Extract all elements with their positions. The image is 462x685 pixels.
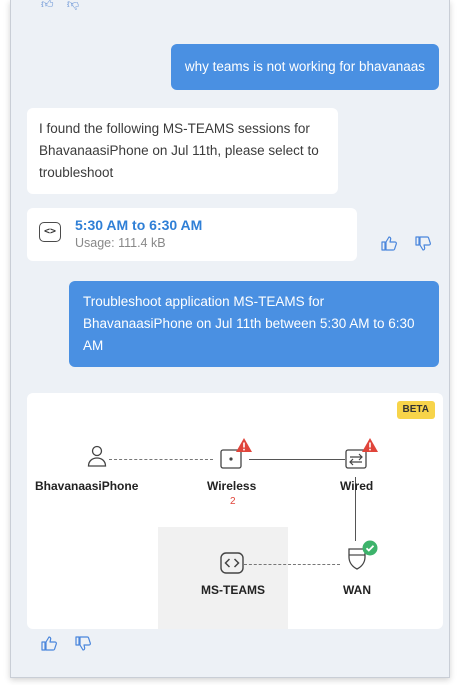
thumbs-up-icon[interactable] — [381, 236, 397, 254]
warning-icon — [362, 438, 378, 452]
client-wireless-link — [109, 459, 213, 460]
wan-label: WAN — [343, 583, 371, 597]
topology-diagram: BETA BhavanaasiPhone Wireless 2 Wired WA… — [27, 393, 443, 629]
thumbs-down-icon[interactable] — [75, 636, 91, 654]
app-label: MS-TEAMS — [201, 583, 265, 597]
chat-panel: 👍︎ 👎︎ why teams is not working for bhava… — [10, 0, 450, 678]
session-usage: Usage: 111.4 kB — [75, 236, 166, 250]
wired-label: Wired — [340, 479, 374, 493]
user-message: why teams is not working for bhavanaas — [170, 44, 439, 90]
beta-badge: BETA — [396, 401, 435, 419]
session-time-link[interactable]: 5:30 AM to 6:30 AM — [75, 216, 345, 234]
thumbs-down-icon[interactable]: 👎︎ — [67, 0, 79, 11]
previous-feedback-icons: 👍︎ 👎︎ — [41, 0, 89, 11]
client-label: BhavanaasiPhone — [35, 479, 139, 493]
thumbs-down-icon[interactable] — [415, 236, 431, 254]
app-node-highlight — [158, 527, 288, 629]
thumbs-up-icon[interactable]: 👍︎ — [41, 0, 54, 11]
wireless-issue-count[interactable]: 2 — [230, 491, 236, 513]
message-feedback — [381, 236, 445, 254]
message-feedback — [41, 636, 105, 654]
code-icon[interactable] — [220, 552, 244, 574]
session-option-card[interactable]: <> 5:30 AM to 6:30 AM Usage: 111.4 kB — [27, 208, 357, 261]
user-icon[interactable] — [87, 445, 107, 467]
warning-icon — [236, 438, 252, 452]
bot-message: I found the following MS-TEAMS sessions … — [27, 108, 338, 194]
user-message: Troubleshoot application MS-TEAMS for Bh… — [69, 281, 439, 367]
check-icon — [362, 540, 378, 556]
app-wan-link — [244, 564, 340, 565]
wireless-wired-link — [249, 459, 345, 460]
code-icon: <> — [39, 222, 61, 242]
thumbs-up-icon[interactable] — [41, 636, 57, 654]
